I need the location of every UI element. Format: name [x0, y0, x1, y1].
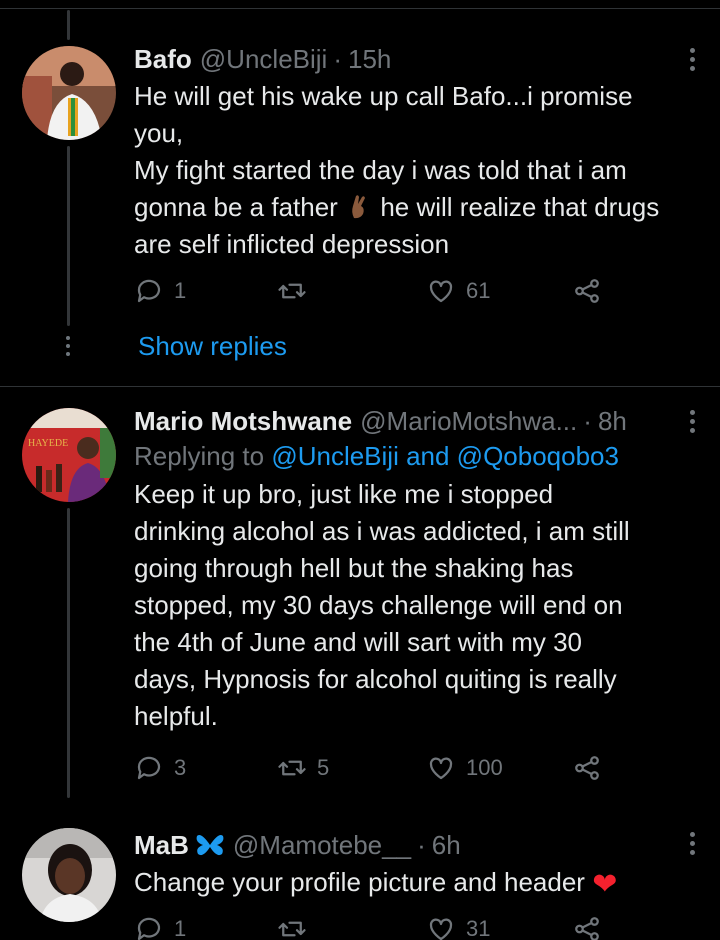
- share-icon: [575, 917, 599, 940]
- share-icon: [575, 279, 599, 303]
- reply-count: 3: [174, 755, 187, 780]
- tweet-text: Keep it up bro, just like me i stopped d…: [134, 476, 700, 735]
- tweet-line: gonna be a father he will realize that d…: [134, 189, 700, 226]
- retweet-button[interactable]: [277, 276, 317, 306]
- tweet-bafo[interactable]: Bafo @UncleBiji · 15h He will get his wa…: [0, 0, 720, 385]
- tweet-line: going through hell but the shaking has: [134, 553, 574, 583]
- tweet-line: stopped, my 30 days challenge will end o…: [134, 590, 623, 620]
- retweet-button[interactable]: 5: [277, 753, 329, 783]
- heart-icon: [429, 757, 453, 780]
- like-button[interactable]: 61: [426, 276, 490, 306]
- separator-dot: ·: [417, 830, 426, 860]
- like-count: 31: [466, 916, 491, 940]
- retweet-icon: [278, 921, 306, 937]
- tweet-line: drinking alcohol as i was addicted, i am…: [134, 516, 630, 546]
- handle[interactable]: @Mamotebe__: [233, 828, 411, 862]
- reply-button[interactable]: 3: [134, 753, 186, 783]
- like-button[interactable]: 100: [426, 753, 503, 783]
- replying-mentions[interactable]: @UncleBiji and @Qoboqobo3: [271, 441, 619, 471]
- tweet-text: He will get his wake up call Bafo...i pr…: [134, 78, 700, 263]
- tweet-mario[interactable]: HAYEDE Mario Motshwane @MarioMotshwa... …: [0, 386, 720, 798]
- svg-text:HAYEDE: HAYEDE: [28, 438, 68, 449]
- reply-count: 1: [174, 278, 187, 303]
- tweet-line: are self inflicted depression: [134, 229, 450, 259]
- like-button[interactable]: 31: [426, 914, 490, 940]
- tweet-line: the 4th of June and will sart with my 30: [134, 627, 583, 657]
- timestamp[interactable]: 6h: [432, 828, 461, 862]
- tweet-line: days, Hypnosis for alcohol quiting is re…: [134, 664, 617, 694]
- reply-button[interactable]: 1: [134, 276, 186, 306]
- avatar[interactable]: HAYEDE: [22, 408, 116, 502]
- tweet-line-part: he will realize that drugs: [380, 192, 660, 222]
- retweet-icon: [278, 760, 306, 776]
- thread-dots: [66, 336, 70, 360]
- reply-icon: [137, 756, 161, 780]
- replying-to: Replying to @UncleBiji and @Qoboqobo3: [134, 438, 700, 474]
- share-button[interactable]: [572, 753, 602, 783]
- display-name[interactable]: MaB: [134, 828, 189, 862]
- show-replies-link[interactable]: Show replies: [138, 331, 287, 362]
- tweet-mab[interactable]: MaB @Mamotebe__ · 6h Change your profile…: [0, 798, 720, 940]
- replying-prefix: Replying to: [134, 441, 265, 471]
- display-name[interactable]: Mario Motshwane: [134, 404, 352, 438]
- retweet-button[interactable]: [277, 914, 317, 940]
- reply-icon: [137, 279, 161, 303]
- tweet-line: Keep it up bro, just like me i stopped: [134, 479, 554, 509]
- display-name[interactable]: Bafo: [134, 42, 192, 76]
- thread-line: [67, 508, 70, 798]
- avatar[interactable]: [22, 46, 116, 140]
- retweet-count: 5: [317, 755, 330, 780]
- share-button[interactable]: [572, 914, 602, 940]
- tweet-actions: 3 5 100: [134, 753, 614, 789]
- handle[interactable]: @MarioMotshwa...: [360, 404, 577, 438]
- avatar[interactable]: [22, 828, 116, 922]
- butterfly-icon: [195, 832, 225, 858]
- tweet-line: My fight started the day i was told that…: [134, 155, 627, 185]
- more-options-icon[interactable]: [690, 832, 696, 859]
- tweet-actions: 1 61: [134, 276, 614, 312]
- tweet-line: helpful.: [134, 701, 218, 731]
- like-count: 100: [466, 755, 503, 780]
- reply-count: 1: [174, 916, 187, 940]
- tweet-line: He will get his wake up call Bafo...i pr…: [134, 81, 633, 111]
- share-icon: [575, 756, 599, 780]
- tweet-line-part: gonna be a father: [134, 192, 338, 222]
- separator-dot: ·: [333, 44, 342, 74]
- more-options-icon[interactable]: [690, 410, 696, 437]
- reply-button[interactable]: 1: [134, 914, 186, 940]
- like-count: 61: [466, 278, 491, 303]
- reply-icon: [137, 917, 161, 940]
- more-options-icon[interactable]: [690, 48, 696, 75]
- retweet-icon: [278, 283, 306, 299]
- heart-icon: [429, 918, 453, 940]
- tweet-line: Change your profile picture and header: [134, 867, 585, 897]
- heart-icon: [429, 280, 453, 303]
- handle[interactable]: @UncleBiji: [200, 42, 328, 76]
- tweet-line: you,: [134, 118, 184, 148]
- crossed-fingers-emoji: [345, 192, 373, 220]
- separator-dot: ·: [583, 406, 592, 436]
- timestamp[interactable]: 15h: [348, 42, 391, 76]
- thread-line: [67, 146, 70, 326]
- red-heart-emoji: ❤: [592, 868, 618, 901]
- tweet-text: Change your profile picture and header ❤: [134, 864, 700, 901]
- timestamp[interactable]: 8h: [598, 404, 627, 438]
- share-button[interactable]: [572, 276, 602, 306]
- tweet-actions: 1 31: [134, 914, 614, 940]
